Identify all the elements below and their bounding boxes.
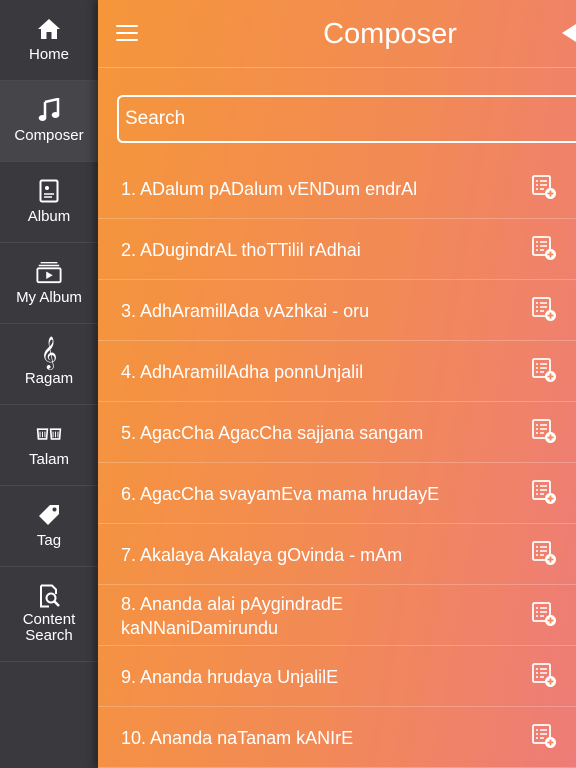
sidebar-item-label: Talam <box>28 451 69 468</box>
list-item[interactable]: 5. AgacCha AgacCha sajjana sangam <box>98 402 576 463</box>
song-title: 7. Akalaya Akalaya gOvinda - mAm <box>121 544 403 565</box>
list-item[interactable]: 2. ADugindrAL thoTTilil rAdhai <box>98 219 576 280</box>
my-album-icon <box>36 259 62 285</box>
music-note-icon <box>36 97 62 123</box>
sidebar-item-my-album[interactable]: My Album <box>0 243 98 324</box>
add-to-playlist-icon[interactable] <box>531 723 557 749</box>
sidebar-item-home[interactable]: Home <box>0 0 98 81</box>
content-search-icon <box>36 583 62 609</box>
add-to-playlist-icon[interactable] <box>531 235 557 261</box>
song-title-line2: kaNNaniDamirundu <box>121 617 279 638</box>
song-title: 5. AgacCha AgacCha sajjana sangam <box>121 422 424 443</box>
search-box[interactable] <box>117 95 576 143</box>
treble-clef-icon: 𝄞 <box>40 336 58 369</box>
sidebar-item-tag[interactable]: Tag <box>0 486 98 567</box>
sidebar-item-label: Home <box>28 46 69 63</box>
album-icon <box>36 178 62 204</box>
list-item[interactable]: 3. AdhAramillAda vAzhkai - oru <box>98 280 576 341</box>
sidebar-item-album[interactable]: Album <box>0 162 98 243</box>
song-title: 8. Ananda alai pAygindradE kaNNaniDamiru… <box>121 585 521 646</box>
add-to-playlist-icon[interactable] <box>531 662 557 688</box>
sidebar-item-label: Ragam <box>24 370 74 387</box>
sidebar: Home Composer Album My Album 𝄞 Ragam Tal… <box>0 0 98 768</box>
list-item[interactable]: 6. AgacCha svayamEva mama hrudayE <box>98 463 576 524</box>
sidebar-item-content-search[interactable]: Content Search <box>0 567 98 662</box>
search-input[interactable] <box>119 97 576 141</box>
add-to-playlist-icon[interactable] <box>531 601 557 627</box>
add-to-playlist-icon[interactable] <box>531 174 557 200</box>
sidebar-item-label-line2: Search <box>25 627 73 644</box>
sidebar-item-label: Tag <box>36 532 62 549</box>
sidebar-item-ragam[interactable]: 𝄞 Ragam <box>0 324 98 405</box>
song-title: 6. AgacCha svayamEva mama hrudayE <box>121 483 440 504</box>
add-to-playlist-icon[interactable] <box>531 540 557 566</box>
song-title: 2. ADugindrAL thoTTilil rAdhai <box>121 239 361 260</box>
home-icon <box>36 16 62 42</box>
sidebar-item-label: Album <box>27 208 71 225</box>
list-item[interactable]: 10. Ananda naTanam kANIrE <box>98 707 576 768</box>
list-item[interactable]: 7. Akalaya Akalaya gOvinda - mAm <box>98 524 576 585</box>
song-title: 4. AdhAramillAdha ponnUnjalil <box>121 361 364 382</box>
list-item[interactable]: 9. Ananda hrudaya UnjalilE <box>98 646 576 707</box>
list-item[interactable]: 4. AdhAramillAdha ponnUnjalil <box>98 341 576 402</box>
song-title: 1. ADalum pADalum vENDum endrAl <box>121 178 418 199</box>
top-bar: Composer <box>98 0 576 68</box>
tag-icon <box>36 502 62 528</box>
song-title: 10. Ananda naTanam kANIrE <box>121 727 354 748</box>
sidebar-item-label-line1: Content <box>22 611 76 628</box>
main-panel: Composer 1. ADalum pADalum vENDum endrAl… <box>98 0 576 768</box>
sidebar-item-composer[interactable]: Composer <box>0 81 98 162</box>
add-to-playlist-icon[interactable] <box>531 296 557 322</box>
song-title: 9. Ananda hrudaya UnjalilE <box>121 666 339 687</box>
back-arrow-icon[interactable] <box>560 22 576 44</box>
list-item[interactable]: 1. ADalum pADalum vENDum endrAl <box>98 158 576 219</box>
sidebar-item-label: My Album <box>16 289 82 306</box>
drum-icon <box>36 421 62 447</box>
song-title-line1: 8. Ananda alai pAygindradE <box>121 593 343 614</box>
add-to-playlist-icon[interactable] <box>531 479 557 505</box>
song-title: 3. AdhAramillAda vAzhkai - oru <box>121 300 370 321</box>
page-title: Composer <box>323 18 457 50</box>
add-to-playlist-icon[interactable] <box>531 357 557 383</box>
add-to-playlist-icon[interactable] <box>531 418 557 444</box>
sidebar-item-talam[interactable]: Talam <box>0 405 98 486</box>
list-item[interactable]: 8. Ananda alai pAygindradE kaNNaniDamiru… <box>98 585 576 646</box>
sidebar-item-label: Composer <box>14 127 84 144</box>
sidebar-item-label: Content Search <box>23 612 76 644</box>
